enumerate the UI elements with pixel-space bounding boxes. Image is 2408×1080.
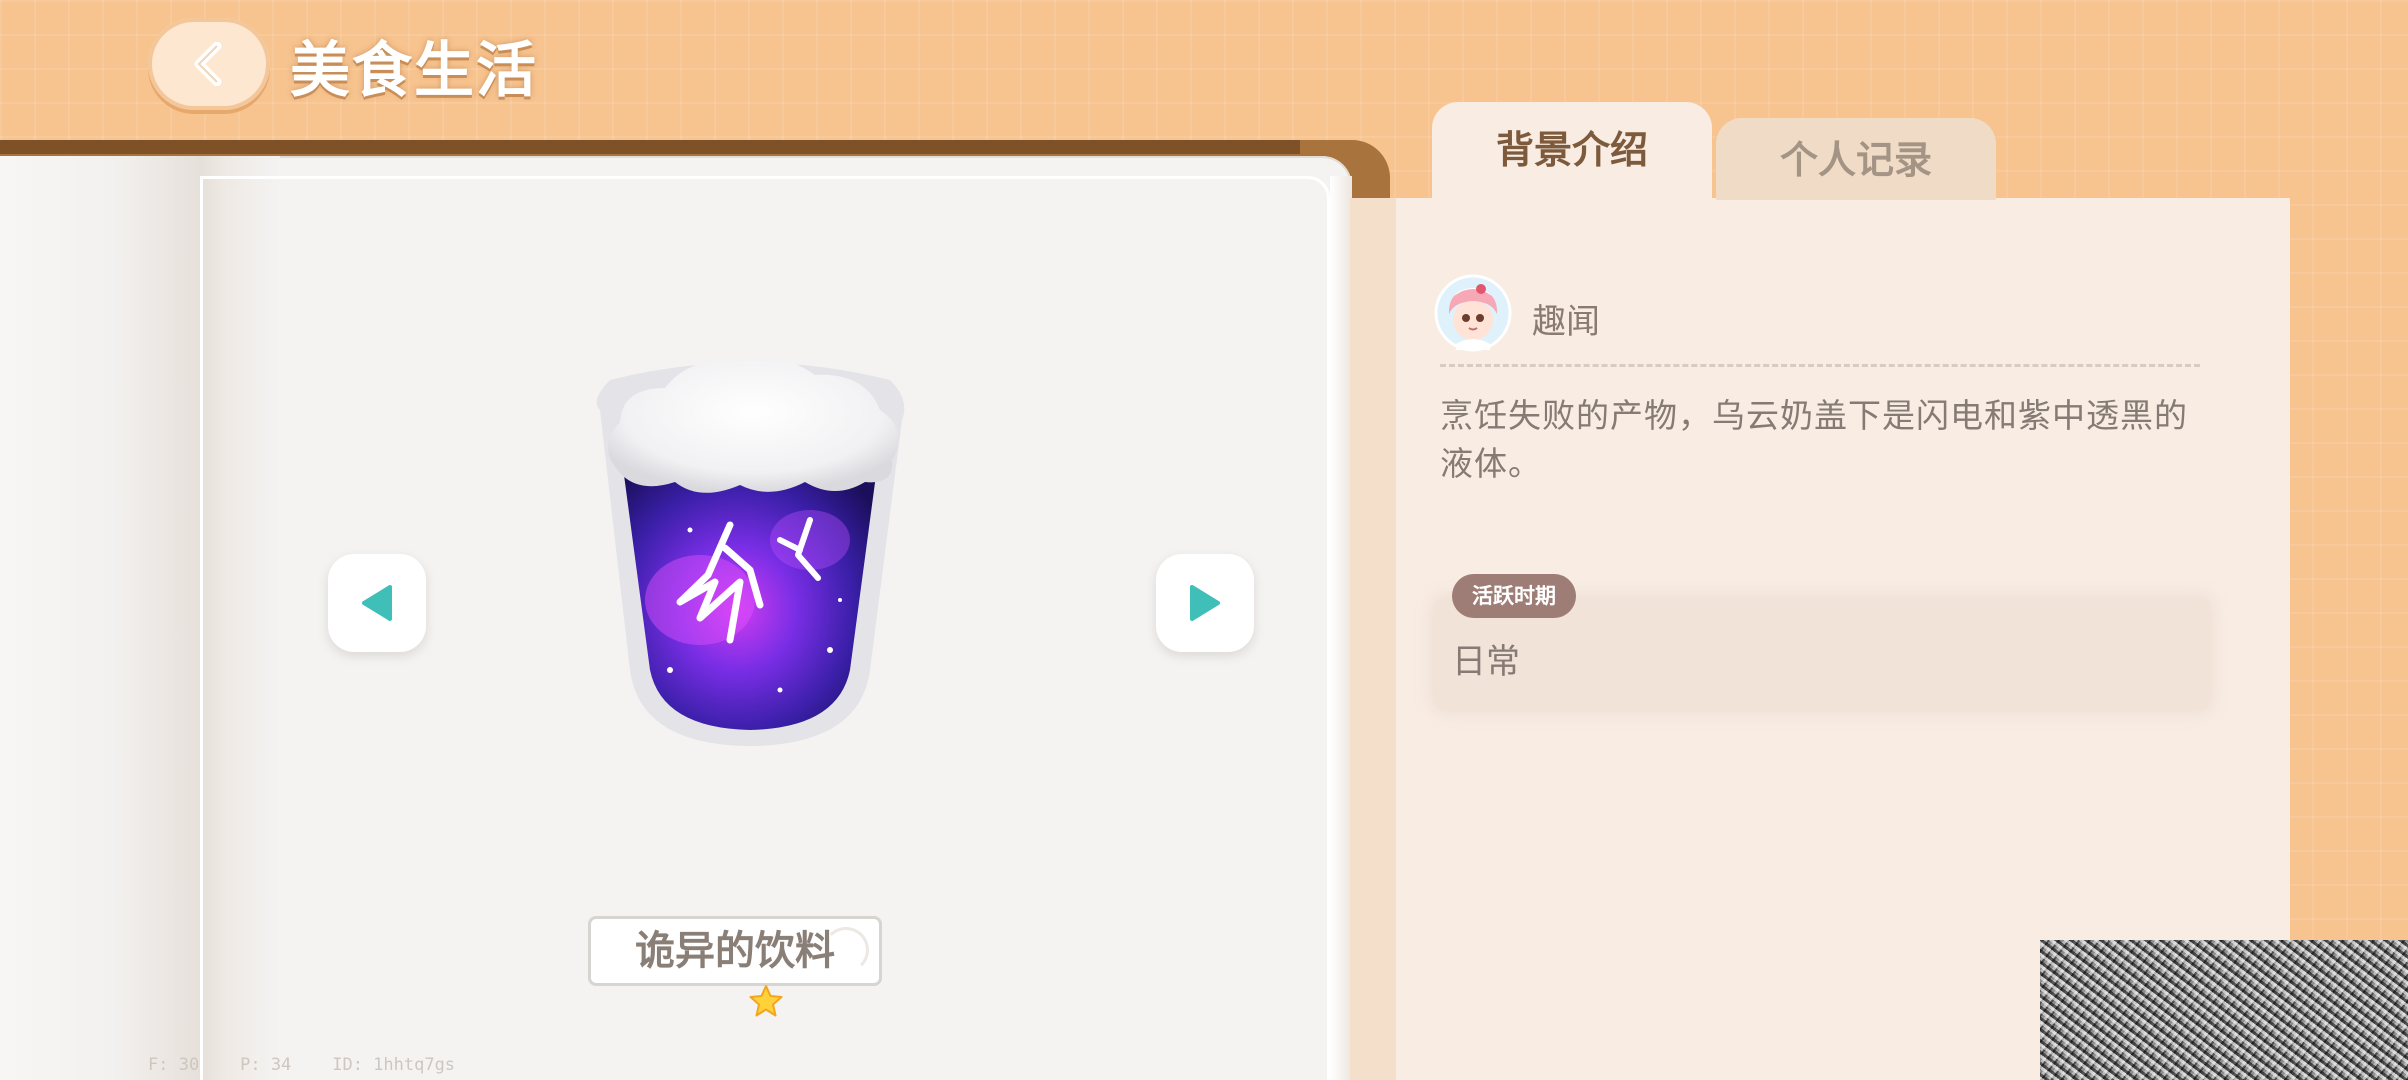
item-name-label: 诡异的饮料 [588, 916, 882, 986]
back-button[interactable] [148, 18, 270, 110]
tab-background[interactable]: 背景介绍 [1432, 102, 1712, 202]
author-name: 趣闻 [1532, 302, 1600, 342]
triangle-right-icon [1190, 585, 1220, 621]
divider [1440, 364, 2200, 367]
previous-item-button[interactable] [328, 554, 426, 652]
weird-drink-image [596, 358, 905, 746]
period-value: 日常 [1452, 642, 1520, 682]
chevron-left-icon [194, 42, 222, 86]
next-item-button[interactable] [1156, 554, 1254, 652]
book-cover-edge [0, 140, 1300, 154]
page-title: 美食生活 [290, 36, 538, 106]
noise-overlay [2040, 940, 2408, 1080]
panel-binding [1350, 198, 1396, 1080]
item-description: 烹饪失败的产物，乌云奶盖下是闪电和紫中透黑的液体。 [1440, 396, 2188, 483]
period-tag: 活跃时期 [1452, 574, 1576, 618]
star-icon [749, 985, 783, 1017]
debug-info: F: 30 P: 34 ID: 1hhtq7gs [148, 1055, 456, 1075]
triangle-left-icon [362, 585, 392, 621]
page-edge [1330, 176, 1352, 1080]
tab-personal-record[interactable]: 个人记录 [1716, 118, 1996, 200]
author-avatar [1434, 274, 1512, 352]
